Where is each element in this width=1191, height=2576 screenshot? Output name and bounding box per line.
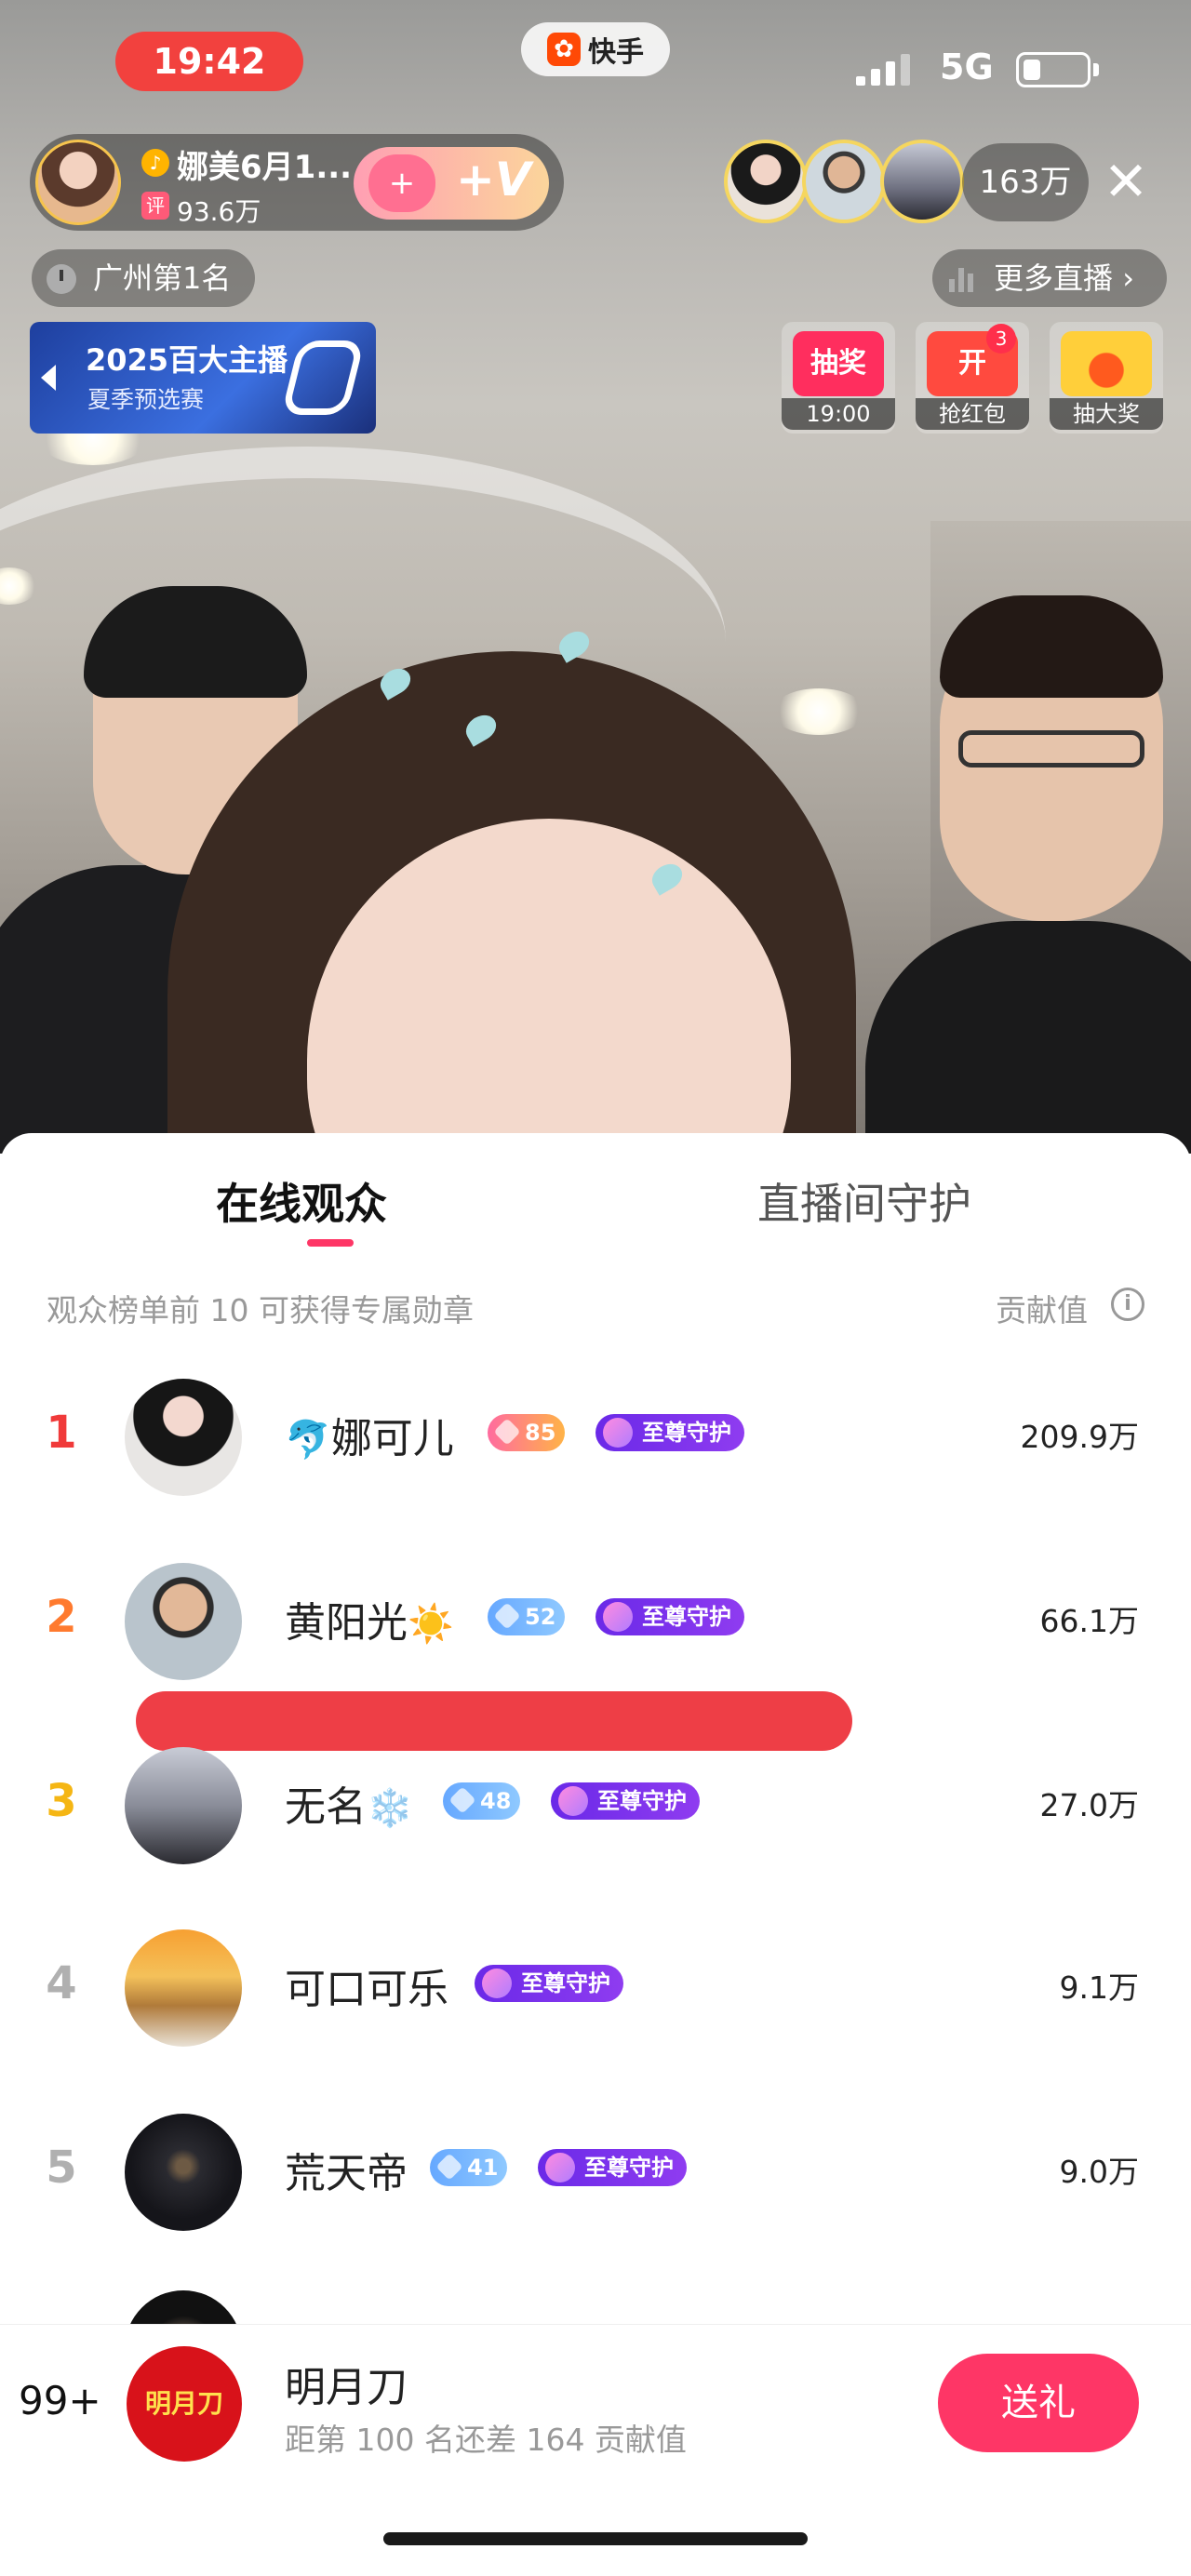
avatar[interactable] — [125, 1747, 242, 1864]
local-rank[interactable]: 广州第1名 — [32, 249, 255, 307]
host-likes: 93.6万 — [177, 196, 261, 227]
host-rating-tag: 评 — [141, 192, 169, 220]
viewer-count[interactable]: 163万 — [962, 143, 1089, 221]
info-icon[interactable]: i — [1111, 1288, 1144, 1321]
avatar[interactable] — [125, 1563, 242, 1680]
guard-badge: 至尊守护 — [538, 2149, 687, 2186]
my-name: 明月刀 — [285, 2364, 408, 2411]
sun-icon: ☀️ — [408, 1603, 454, 1646]
guard-badge: 至尊守护 — [596, 1414, 744, 1451]
level-badge: 41 — [430, 2149, 508, 2186]
level-badge: 85 — [488, 1414, 566, 1451]
host-avatar[interactable] — [35, 140, 121, 225]
lottery-time: 19:00 — [782, 398, 895, 430]
grand-prize-widget[interactable]: 抽大奖 — [1050, 322, 1163, 434]
contribution-value: 9.0万 — [1059, 2154, 1139, 2190]
tab-underline — [307, 1239, 354, 1247]
send-gift-button[interactable]: 送礼 — [938, 2354, 1139, 2452]
top-viewer-avatar[interactable] — [724, 140, 808, 223]
viewer-name-text: 黄阳光 — [285, 1599, 408, 1647]
more-live-button[interactable]: 更多直播 › — [932, 249, 1167, 307]
red-packet-label: 抢红包 — [916, 398, 1029, 430]
viewer-name: 黄阳光☀️ — [285, 1589, 454, 1648]
ceiling-light — [772, 688, 865, 735]
list-item[interactable]: 2 黄阳光☀️ 52 至尊守护 66.1万 — [0, 1554, 1191, 1684]
heart-plus-icon[interactable]: + — [368, 154, 435, 212]
app-indicator[interactable]: ✿ 快手 — [521, 22, 670, 76]
ranking-hint: 观众榜单前 10 可获得专属勋章 — [47, 1292, 474, 1328]
battery-icon — [1016, 52, 1091, 87]
my-rank-gap: 距第 100 名还差 164 贡献值 — [285, 2422, 687, 2458]
contest-title: 2025百大主播 — [86, 342, 288, 378]
flame-drop-icon — [1061, 331, 1152, 396]
grand-prize-label: 抽大奖 — [1050, 398, 1163, 430]
top-viewer-avatar[interactable] — [802, 140, 886, 223]
red-packet-count-badge: 3 — [986, 324, 1016, 354]
contribution-value: 209.9万 — [1020, 1419, 1139, 1455]
tab-room-guard[interactable]: 直播间守护 — [757, 1170, 971, 1232]
level-badge: 52 — [488, 1598, 566, 1635]
person-right-hair — [940, 595, 1163, 698]
list-item[interactable]: 1 🐬娜可儿 85 至尊守护 209.9万 — [0, 1369, 1191, 1500]
lottery-icon: 抽奖 — [793, 331, 884, 396]
list-item[interactable]: 3 无名❄️ 48 至尊守护 27.0万 — [0, 1738, 1191, 1868]
list-item[interactable]: 5 荒天帝 41 至尊守护 9.0万 — [0, 2104, 1191, 2235]
collapse-arrow-icon[interactable] — [41, 365, 56, 391]
rank-number: 4 — [46, 1957, 77, 2009]
close-icon[interactable]: ✕ — [1098, 149, 1154, 214]
status-time: 19:42 — [115, 32, 303, 91]
contribution-value: 66.1万 — [1039, 1603, 1139, 1639]
host-name[interactable]: 娜美6月1... — [177, 141, 352, 187]
snowflake-icon: ❄️ — [367, 1787, 413, 1830]
contribution-value: 9.1万 — [1059, 1969, 1139, 2006]
rank-number: 5 — [46, 2142, 77, 2194]
app-name: 快手 — [588, 36, 644, 69]
avatar[interactable] — [125, 1379, 242, 1496]
guard-badge: 至尊守护 — [551, 1782, 700, 1820]
glasses — [958, 730, 1144, 767]
list-item[interactable]: 4 可口可乐 至尊守护 9.1万 — [0, 1920, 1191, 2050]
network-type: 5G — [940, 47, 994, 87]
level-badge: 48 — [443, 1782, 521, 1820]
guard-badge: 至尊守护 — [475, 1965, 623, 2002]
rank-number: 2 — [46, 1591, 77, 1643]
dolphin-icon: 🐬 — [285, 1419, 331, 1462]
avatar[interactable] — [125, 1929, 242, 2047]
avatar[interactable] — [125, 2114, 242, 2231]
viewer-name: 无名❄️ — [285, 1773, 413, 1833]
contest-subtitle: 夏季预选赛 — [87, 386, 205, 413]
my-avatar[interactable]: 明月刀 — [127, 2346, 242, 2462]
my-rank: 99+ — [19, 2378, 101, 2423]
kuaishou-logo-icon: ✿ — [547, 33, 581, 66]
viewer-name: 可口可乐 — [285, 1966, 448, 2013]
person-right-suit — [865, 921, 1191, 1154]
contribution-label: 贡献值 — [996, 1292, 1088, 1328]
rank-number: 1 — [46, 1407, 77, 1459]
viewer-name-text: 无名 — [285, 1783, 367, 1831]
battery-tip — [1093, 63, 1099, 76]
signal-icon — [856, 52, 910, 86]
host-badge-icon: ♪ — [141, 149, 169, 177]
home-indicator[interactable] — [383, 2532, 808, 2545]
viewer-name: 荒天帝 — [285, 2150, 408, 2197]
contribution-value: 27.0万 — [1039, 1787, 1139, 1823]
viewer-name-text: 娜可儿 — [330, 1415, 454, 1462]
guard-badge: 至尊守护 — [596, 1598, 744, 1635]
lottery-widget[interactable]: 抽奖 19:00 — [782, 322, 895, 434]
vip-v-icon[interactable]: +V — [456, 153, 531, 207]
more-live-label: 更多直播 — [994, 260, 1114, 296]
top-viewer-avatar[interactable] — [880, 140, 964, 223]
viewer-name: 🐬娜可儿 — [285, 1405, 454, 1464]
tab-online-audience[interactable]: 在线观众 — [216, 1170, 387, 1232]
rank-number: 3 — [46, 1775, 77, 1827]
